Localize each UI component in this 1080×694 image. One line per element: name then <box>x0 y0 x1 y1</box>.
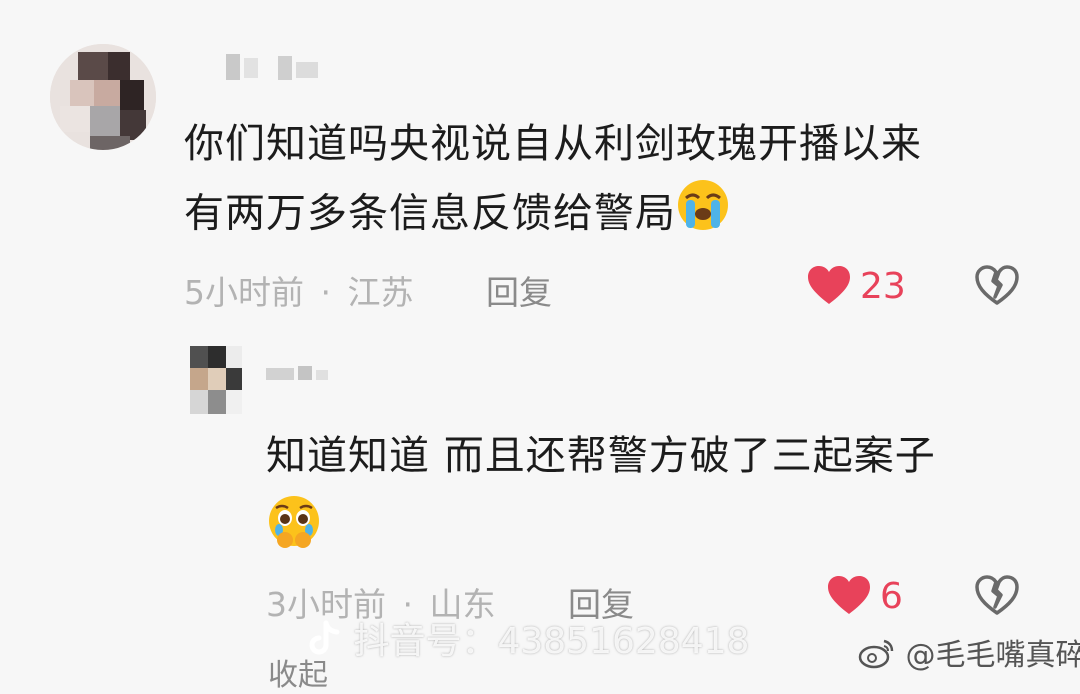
comment-time: 5小时前 <box>184 273 304 312</box>
comment-text: 你们知道吗央视说自从利剑玫瑰开播以来 有两万多条信息反馈给警局 <box>184 110 922 253</box>
comment-meta: 5小时前 · 江苏 <box>184 266 414 314</box>
reply-user-avatar[interactable] <box>190 346 242 414</box>
heart-icon <box>826 576 872 620</box>
comment-line: 知道知道 而且还帮警方破了三起案子 <box>266 433 936 479</box>
reply-comment-text: 知道知道 而且还帮警方破了三起案子 <box>266 422 936 571</box>
weibo-handle: @毛毛嘴真碎 <box>905 638 1080 673</box>
username-blurred[interactable] <box>226 54 326 82</box>
comment-line: 你们知道吗央视说自从利剑玫瑰开播以来 <box>184 121 922 167</box>
meta-separator: · <box>320 273 332 312</box>
comment-line-text: 有两万多条信息反馈给警局 <box>184 190 676 237</box>
pleading-crying-face-icon <box>266 494 322 571</box>
weibo-watermark: @毛毛嘴真碎 <box>858 630 1080 677</box>
douyin-id: 抖音号：43851628418 <box>353 621 750 662</box>
comment-line <box>266 490 936 571</box>
like-button[interactable] <box>806 264 852 310</box>
douyin-watermark: 抖音号：43851628418 <box>306 612 749 668</box>
heart-icon <box>806 266 852 310</box>
comment-location: 江苏 <box>347 273 414 312</box>
like-count: 6 <box>880 576 903 617</box>
comment-line: 有两万多条信息反馈给警局 <box>184 178 922 253</box>
weibo-logo-icon <box>858 637 896 677</box>
reply-username-blurred[interactable] <box>266 366 330 382</box>
loudly-crying-face-icon <box>676 178 730 253</box>
reply-button[interactable]: 回复 <box>486 266 552 314</box>
douyin-logo-icon <box>306 619 342 668</box>
like-button[interactable] <box>826 574 872 620</box>
like-count: 23 <box>860 266 906 307</box>
broken-heart-icon[interactable] <box>974 264 1020 310</box>
user-avatar[interactable] <box>50 44 156 150</box>
broken-heart-icon[interactable] <box>974 574 1020 620</box>
